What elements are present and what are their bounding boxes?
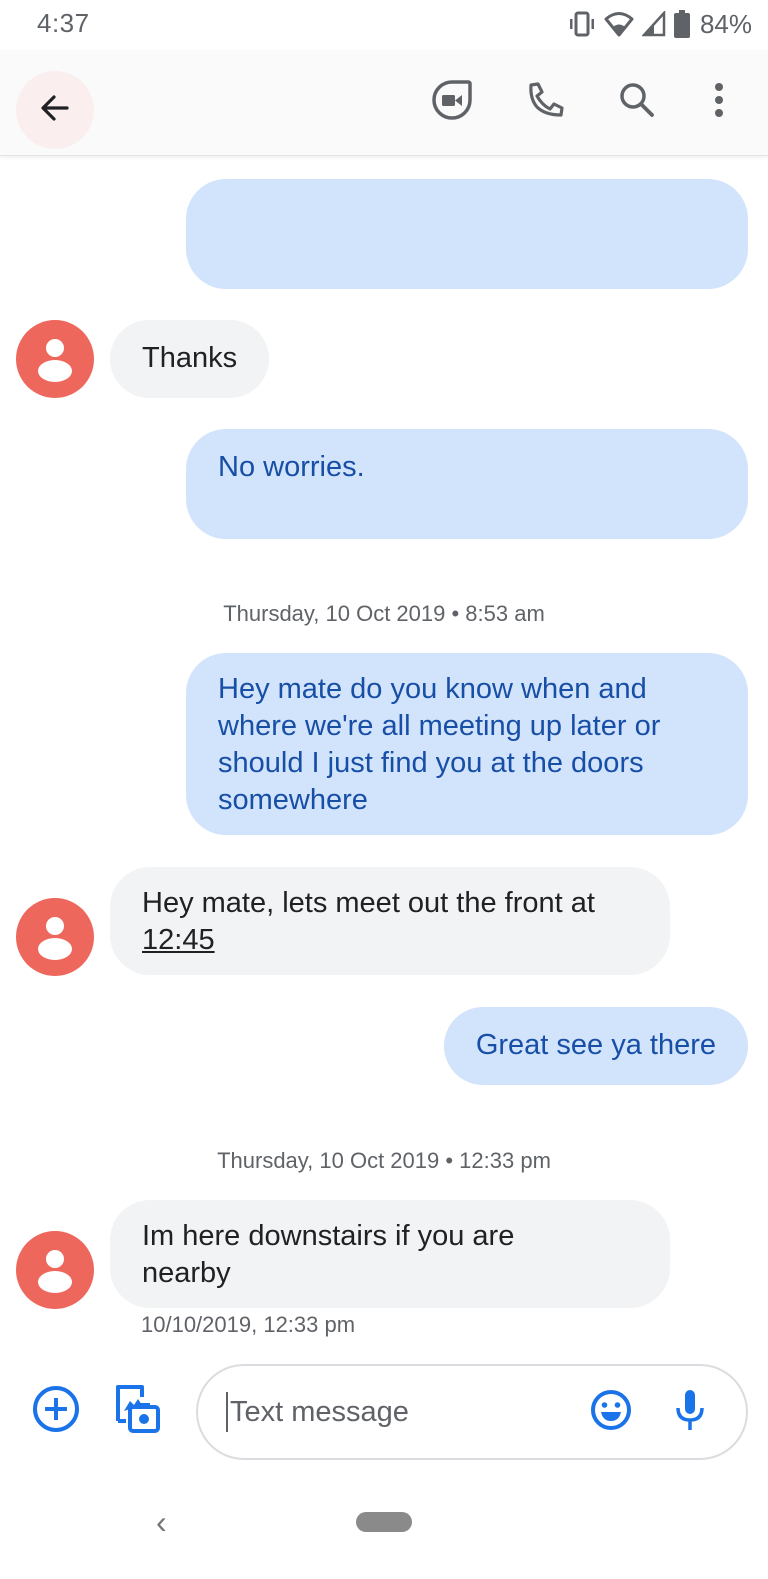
message-text: Great see ya there: [475, 1029, 716, 1061]
date-divider: Thursday, 10 Oct 2019 • 8:53 am: [223, 601, 545, 626]
add-circle-icon: [31, 1384, 81, 1439]
message-text: Hey mate do you know when and where we'r…: [218, 673, 661, 816]
cellular-signal-icon: [641, 11, 666, 37]
video-call-button[interactable]: [430, 79, 474, 126]
status-bar: 4:37 84%: [0, 0, 768, 50]
duo-video-icon: [431, 79, 473, 126]
status-time: 4:37: [37, 8, 90, 38]
compose-bar: [0, 1360, 768, 1464]
vibrate-icon: [568, 11, 596, 37]
outgoing-message-bubble[interactable]: [186, 179, 748, 289]
more-vert-icon: [713, 82, 725, 123]
gallery-camera-button[interactable]: [110, 1383, 166, 1439]
phone-icon: [525, 80, 565, 125]
back-button[interactable]: [16, 71, 94, 149]
phone-call-button[interactable]: [523, 80, 567, 124]
more-options-button[interactable]: [697, 80, 741, 124]
attach-button[interactable]: [28, 1383, 84, 1439]
incoming-message-bubble[interactable]: Im here downstairs if you are nearby: [110, 1200, 670, 1308]
arrow-back-icon: [37, 90, 73, 131]
emoji-icon: [589, 1388, 633, 1437]
contact-avatar[interactable]: [16, 320, 94, 398]
status-icons: 84%: [568, 8, 752, 40]
message-timestamp: 10/10/2019, 12:33 pm: [141, 1312, 356, 1337]
mic-icon: [672, 1388, 708, 1437]
person-icon: [38, 1250, 72, 1293]
person-icon: [38, 339, 72, 382]
date-divider: Thursday, 10 Oct 2019 • 12:33 pm: [217, 1148, 551, 1173]
message-text: Thanks: [142, 342, 238, 374]
search-icon: [617, 80, 657, 125]
outgoing-message-bubble[interactable]: No worries.: [186, 429, 748, 539]
voice-input-button[interactable]: [662, 1384, 718, 1440]
emoji-button[interactable]: [583, 1384, 639, 1440]
conversation-thread[interactable]: Thanks No worries. Thursday, 10 Oct 2019…: [0, 157, 768, 1357]
message-text: No worries.: [218, 451, 365, 483]
contact-avatar[interactable]: [16, 1231, 94, 1309]
gallery-camera-icon: [112, 1383, 164, 1440]
wifi-icon: [604, 11, 634, 37]
person-icon: [38, 917, 72, 960]
conversation-title[interactable]: [120, 80, 400, 120]
nav-back-button[interactable]: ‹: [156, 1504, 167, 1541]
incoming-message-bubble[interactable]: Hey mate, lets meet out the front at 12:…: [110, 867, 670, 975]
battery-icon: [673, 10, 690, 38]
incoming-message-bubble[interactable]: Thanks: [110, 320, 270, 398]
time-link[interactable]: 12:45: [142, 924, 215, 956]
search-button[interactable]: [615, 80, 659, 124]
message-input-field[interactable]: [196, 1364, 748, 1460]
battery-percent: 84%: [699, 8, 752, 39]
contact-avatar[interactable]: [16, 898, 94, 976]
outgoing-message-bubble[interactable]: Great see ya there: [443, 1007, 748, 1085]
system-navigation-bar: ‹: [0, 1480, 768, 1579]
message-input[interactable]: [226, 1392, 566, 1432]
app-bar: [0, 50, 768, 156]
outgoing-message-bubble[interactable]: Hey mate do you know when and where we'r…: [186, 653, 748, 835]
nav-home-pill[interactable]: [356, 1512, 412, 1532]
message-text: Hey mate, lets meet out the front at: [142, 887, 595, 919]
message-text: Im here downstairs if you are nearby: [142, 1220, 515, 1289]
